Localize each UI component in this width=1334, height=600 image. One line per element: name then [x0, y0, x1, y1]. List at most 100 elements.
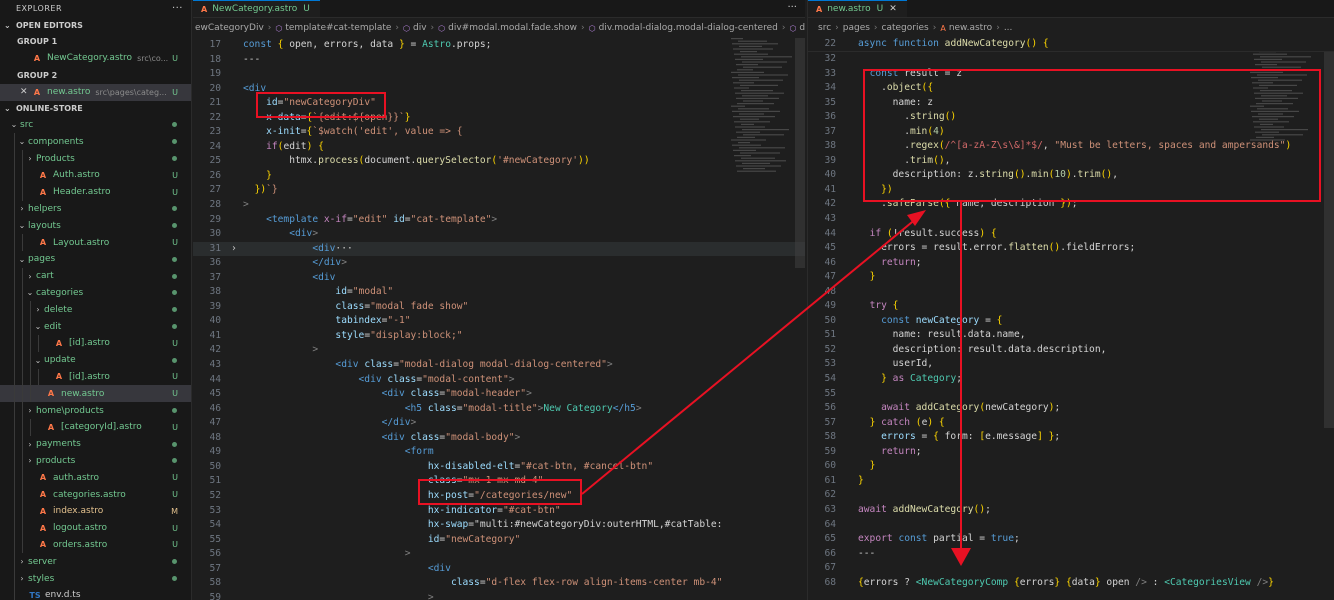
code-line[interactable]: 65 export const partial = true; [808, 532, 1334, 547]
tree-item[interactable]: › home\products [0, 402, 191, 419]
code-line[interactable]: 46 <h5 class="modal-title">New Category<… [193, 402, 805, 417]
more-actions-icon[interactable]: ··· [172, 3, 183, 14]
tree-item[interactable]: › delete [0, 301, 191, 319]
code-line[interactable]: 31 › <div··· [193, 241, 805, 257]
code-line[interactable]: 36 </div> [193, 256, 805, 271]
code-line[interactable]: 60 } [808, 459, 1334, 474]
code-line[interactable]: 44 if (!result.success) { [808, 227, 1334, 242]
code-line[interactable]: 68 {errors ? <NewCategoryComp {errors} {d… [808, 576, 1334, 591]
tree-item[interactable]: TS env.d.ts [0, 586, 191, 600]
code-line[interactable]: 54 } as Category; [808, 372, 1334, 387]
tree-item[interactable]: ⌄ edit [0, 318, 191, 335]
tab-newcategory-astro[interactable]: A NewCategory.astro U [193, 0, 320, 17]
close-icon[interactable]: ✕ [889, 4, 897, 14]
code-line[interactable]: 52 description: result.data.description, [808, 343, 1334, 358]
breadcrumb-item[interactable]: div.modal-dialog.modal-dialog-centered [599, 23, 778, 33]
tree-item[interactable]: Aauth.astro U [0, 469, 191, 487]
breadcrumb-item[interactable]: pages [843, 23, 870, 33]
open-editor-newcategory[interactable]: A NewCategory.astro src\co... U [0, 50, 191, 67]
code-line[interactable]: 29 <template x-if="edit" id="cat-templat… [193, 213, 805, 228]
scrollbar[interactable] [1324, 38, 1334, 428]
tree-item[interactable]: A Layout.astro U [0, 234, 191, 251]
code-line[interactable]: 58 errors = { form: [e.message] }; [808, 430, 1334, 445]
code-line[interactable]: 43 <div class="modal-dialog modal-dialog… [193, 358, 805, 373]
tree-item[interactable]: ⌄ layouts [0, 217, 191, 235]
code-line[interactable]: 67 [808, 561, 1334, 576]
tree-item[interactable]: › helpers [0, 200, 191, 218]
code-line[interactable]: 17 const { open, errors, data } = Astro.p… [193, 38, 805, 53]
tree-item[interactable]: Aindex.astro M [0, 502, 191, 520]
open-editor-new-astro[interactable]: ✕ A new.astro src\pages\categ... U [0, 83, 191, 101]
tree-item[interactable]: A [categoryId].astro U [0, 418, 191, 436]
tree-item[interactable]: › payments [0, 435, 191, 453]
code-line[interactable]: 66 --- [808, 547, 1334, 562]
tree-item[interactable]: › server [0, 553, 191, 571]
code-line[interactable]: 56 > [193, 547, 805, 562]
code-line[interactable]: 45 <div class="modal-header"> [193, 387, 805, 402]
tree-item[interactable]: › products [0, 452, 191, 470]
tree-item[interactable]: ⌄ categories [0, 284, 191, 302]
breadcrumb-item[interactable]: di [799, 23, 805, 33]
tree-item[interactable]: Anew.astro U [0, 385, 191, 403]
code-line[interactable]: 56 await addCategory(newCategory); [808, 401, 1334, 416]
minimap[interactable] [729, 38, 799, 178]
breadcrumb-item[interactable]: new.astro [949, 23, 992, 33]
code-line[interactable]: 63 await addNewCategory(); [808, 503, 1334, 518]
code-line[interactable]: 50 const newCategory = { [808, 314, 1334, 329]
code-area[interactable]: 17 const { open, errors, data } = Astro.p… [193, 38, 805, 600]
code-line[interactable]: 24 if(edit) { [193, 140, 805, 155]
tree-item[interactable]: Aorders.astro U [0, 536, 191, 554]
tab-new-astro[interactable]: A new.astro U ✕ [808, 0, 907, 17]
code-line[interactable]: 54 hx-swap="multi:#newCategoryDiv:outerH… [193, 518, 805, 533]
breadcrumb-item[interactable]: ... [1004, 23, 1013, 33]
code-line[interactable]: 45 errors = result.error.flatten().field… [808, 241, 1334, 256]
tree-item[interactable]: ⌄ pages [0, 250, 191, 268]
fold-chevron-icon[interactable]: › [231, 242, 237, 257]
code-line[interactable]: 59 return; [808, 445, 1334, 460]
code-line[interactable]: 53 userId, [808, 357, 1334, 372]
code-line[interactable]: 48 [808, 285, 1334, 300]
code-line[interactable]: 28 > [193, 198, 805, 213]
more-actions-icon[interactable]: ··· [779, 0, 805, 17]
code-line[interactable]: 38 id="modal" [193, 285, 805, 300]
code-line[interactable]: 19 [193, 67, 805, 82]
code-line[interactable]: 27 })`} [193, 183, 805, 198]
code-line[interactable]: 53 hx-indicator="#cat-btn" [193, 504, 805, 519]
code-line[interactable]: 30 <div> [193, 227, 805, 242]
code-line[interactable]: 49 <form [193, 445, 805, 460]
close-icon[interactable]: ✕ [20, 87, 30, 97]
tree-item[interactable]: › Products [0, 150, 191, 167]
breadcrumb-item[interactable]: ewCategoryDiv [195, 23, 264, 33]
code-line[interactable]: 26 } [193, 169, 805, 184]
tree-item[interactable]: A Header.astro U [0, 183, 191, 201]
tree-item[interactable]: ⌄ components [0, 133, 191, 151]
tree-item[interactable]: A [id].astro U [0, 368, 191, 386]
tree-item[interactable]: A [id].astro U [0, 334, 191, 352]
code-line[interactable]: 25 htmx.process(document.querySelector('… [193, 154, 805, 169]
code-line[interactable]: 37 <div [193, 271, 805, 286]
code-line[interactable]: 42 > [193, 343, 805, 358]
code-line[interactable]: 39 class="modal fade show" [193, 300, 805, 315]
code-line[interactable]: 57 <div [193, 562, 805, 577]
tree-item[interactable]: A Auth.astro U [0, 166, 191, 184]
breadcrumb-item[interactable]: categories [882, 23, 929, 33]
scrollbar[interactable] [795, 38, 805, 268]
tree-item[interactable]: ⌄ src [0, 117, 191, 134]
code-line[interactable]: 64 [808, 518, 1334, 533]
code-line[interactable]: 51 name: result.data.name, [808, 328, 1334, 343]
code-line[interactable]: 41 style="display:block;" [193, 329, 805, 344]
code-line[interactable]: 44 <div class="modal-content"> [193, 373, 805, 388]
code-line[interactable]: 55 id="newCategory" [193, 533, 805, 548]
breadcrumb-item[interactable]: div [413, 23, 427, 33]
code-line[interactable]: 57 } catch (e) { [808, 416, 1334, 431]
code-line[interactable]: 43 [808, 212, 1334, 227]
project-section[interactable]: ⌄ ONLINE-STORE [0, 101, 191, 117]
tree-item[interactable]: ⌄ update [0, 351, 191, 369]
code-line[interactable]: 50 hx-disabled-elt="#cat-btn, #cancel-bt… [193, 460, 805, 475]
code-line[interactable]: 40 tabindex="-1" [193, 314, 805, 329]
code-line[interactable]: 62 [808, 488, 1334, 503]
tree-item[interactable]: › cart [0, 267, 191, 285]
code-line[interactable]: 59 > [193, 591, 805, 600]
open-editors-section[interactable]: ⌄ OPEN EDITORS [0, 17, 191, 33]
breadcrumb-item[interactable]: src [818, 23, 831, 33]
